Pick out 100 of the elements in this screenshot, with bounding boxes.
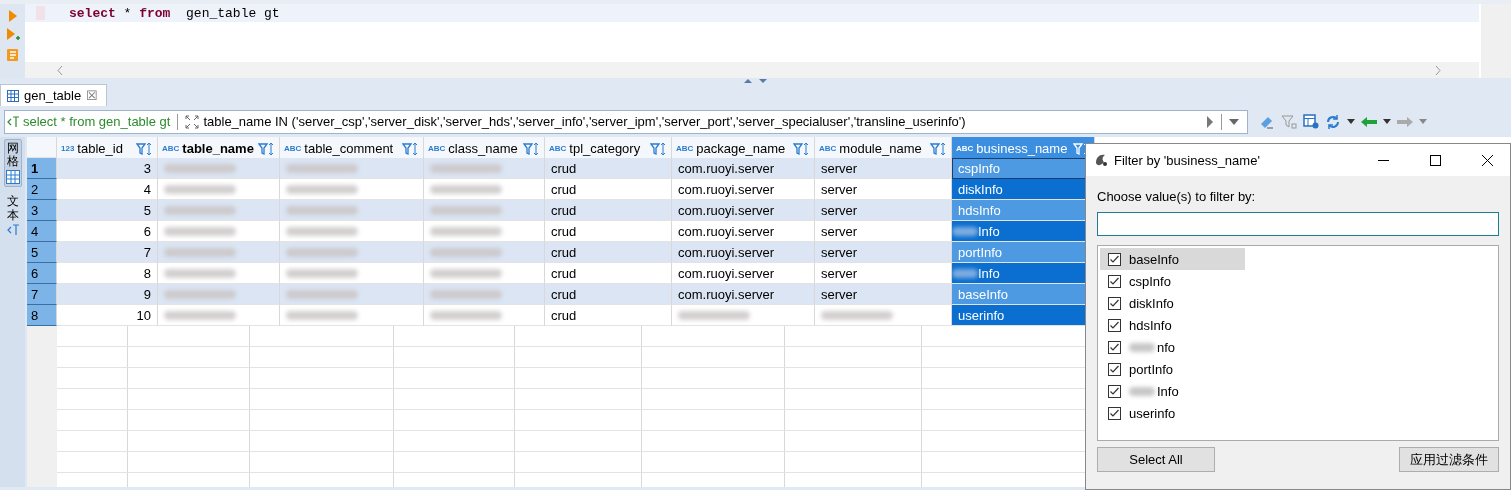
redacted-text: [430, 205, 502, 215]
filter-sort-icon[interactable]: [258, 141, 275, 156]
back-arrow-icon[interactable]: [1361, 116, 1377, 127]
table-cell: crud: [545, 305, 672, 326]
item-label: portInfo: [1129, 361, 1174, 377]
table-cell: 10: [57, 305, 158, 326]
filter-sort-icon[interactable]: [930, 141, 947, 156]
dropdown-icon[interactable]: [1229, 118, 1239, 125]
column-header[interactable]: ABC table_comment: [280, 137, 424, 161]
filter-field[interactable]: table_name IN ('server_csp','server_disk','server_hds','server_info','server_ipm','server_port','server_specialuser','transline_userinfo'): [203, 114, 1202, 129]
vertical-scrollbar[interactable]: [1481, 4, 1511, 78]
select-all-button[interactable]: Select All: [1097, 447, 1215, 472]
checkbox[interactable]: [1108, 340, 1121, 354]
column-name: class_name: [448, 141, 519, 156]
redacted-text: [164, 268, 236, 278]
table-cell: crud: [545, 158, 672, 179]
checkbox[interactable]: [1108, 362, 1121, 376]
item-label: diskInfo: [1129, 295, 1174, 311]
apply-icon[interactable]: [1206, 115, 1214, 128]
table-cell: com.ruoyi.server: [672, 242, 815, 263]
redacted-text: [430, 247, 502, 257]
corner-cell[interactable]: [27, 137, 57, 158]
filter-sort-icon[interactable]: [650, 141, 667, 156]
item-label: Info: [1157, 383, 1179, 399]
filter-sort-icon[interactable]: [402, 141, 419, 156]
list-item[interactable]: userinfo: [1100, 402, 1245, 424]
sql-line: select * from gen_table gt: [69, 5, 280, 21]
table-cell: 9: [57, 284, 158, 305]
filter-sort-icon[interactable]: [523, 141, 540, 156]
list-item[interactable]: diskInfo: [1100, 292, 1245, 314]
table-cell: crud: [545, 200, 672, 221]
checkbox[interactable]: [1108, 384, 1121, 398]
redacted-text: [286, 247, 358, 257]
row-number[interactable]: 1: [27, 158, 57, 179]
run-icon[interactable]: [7, 10, 18, 22]
row-number[interactable]: 4: [27, 221, 57, 242]
redacted-text: [430, 163, 502, 173]
row-number[interactable]: 5: [27, 242, 57, 263]
column-header[interactable]: 123 table_id: [57, 137, 158, 161]
search-field[interactable]: [1097, 212, 1499, 236]
scroll-left-icon[interactable]: [57, 65, 63, 75]
item-label: nfo: [1157, 339, 1176, 355]
checkbox[interactable]: [1108, 296, 1121, 310]
column-header[interactable]: ABC package_name: [672, 137, 815, 161]
prompt-label: Choose value(s) to filter by:: [1097, 189, 1257, 206]
expand-icon[interactable]: [185, 114, 200, 129]
redacted-text: [164, 226, 236, 236]
column-name: module_name: [839, 141, 923, 156]
view-tab[interactable]: 文本: [5, 193, 20, 238]
column-name: table_id: [77, 141, 124, 156]
table-cell: crud: [545, 242, 672, 263]
row-number[interactable]: 7: [27, 284, 57, 305]
scroll-right-icon[interactable]: [1435, 65, 1441, 75]
redacted-text: [430, 226, 502, 236]
table-cell: server: [815, 200, 952, 221]
refresh-icon[interactable]: [1325, 113, 1341, 130]
close-tab-icon[interactable]: ☒: [86, 88, 99, 103]
close-icon: [1481, 154, 1493, 166]
list-item[interactable]: Info: [1100, 380, 1245, 402]
filter-sort-icon[interactable]: [793, 141, 810, 156]
results-tab[interactable]: gen_table ☒: [0, 84, 108, 106]
column-header[interactable]: ABC module_name: [815, 137, 952, 161]
checkbox[interactable]: [1108, 318, 1121, 332]
column-header[interactable]: ABC tpl_category: [545, 137, 672, 161]
column-header[interactable]: ABC class_name: [424, 137, 545, 161]
text-icon: [6, 223, 19, 236]
filter-sort-icon[interactable]: [136, 141, 153, 156]
row-number[interactable]: 6: [27, 263, 57, 284]
list-item[interactable]: portInfo: [1100, 358, 1245, 380]
grid-icon: [5, 170, 20, 185]
type-label: ABC: [956, 144, 974, 153]
checkbox[interactable]: [1108, 406, 1121, 420]
redacted-text: [678, 310, 750, 320]
row-number[interactable]: 2: [27, 179, 57, 200]
checkbox[interactable]: [1108, 252, 1121, 266]
apply-button[interactable]: 应用过滤条件: [1399, 447, 1499, 472]
redacted-text: [164, 289, 236, 299]
run-add-icon[interactable]: [5, 28, 20, 42]
redacted-text: [952, 268, 978, 278]
view-tab[interactable]: 网格: [3, 139, 22, 188]
caret-icon[interactable]: [1347, 119, 1355, 124]
table-cell: com.ruoyi.server: [672, 158, 815, 179]
item-label: baseInfo: [1129, 251, 1179, 267]
list-item[interactable]: baseInfo: [1100, 248, 1245, 270]
row-number[interactable]: 8: [27, 305, 57, 326]
query-text[interactable]: select * from gen_table gt: [23, 114, 171, 129]
app-icon: [1094, 153, 1108, 167]
table-settings-icon[interactable]: [1303, 114, 1319, 129]
row-number[interactable]: 3: [27, 200, 57, 221]
minimize-icon: [1377, 159, 1389, 161]
horizontal-scrollbar[interactable]: [25, 62, 1479, 78]
eraser-icon[interactable]: [1259, 114, 1275, 129]
list-item[interactable]: hdsInfo: [1100, 314, 1245, 336]
column-header[interactable]: ABC table_name: [158, 137, 280, 161]
checkbox[interactable]: [1108, 274, 1121, 288]
list-item[interactable]: nfo: [1100, 336, 1245, 358]
redacted-text: [430, 184, 502, 194]
list-item[interactable]: cspInfo: [1100, 270, 1245, 292]
filter-icon[interactable]: [1281, 114, 1297, 129]
caret-icon[interactable]: [1383, 119, 1391, 124]
